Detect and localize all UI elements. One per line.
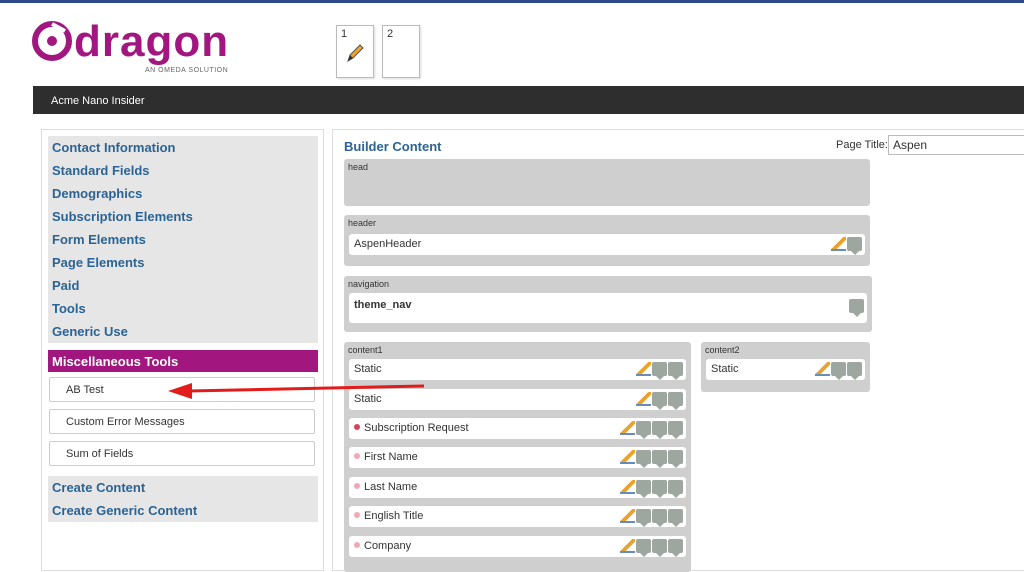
block-name: Company	[364, 540, 412, 552]
create-content-link[interactable]: Create Content	[48, 476, 318, 499]
edit-icon[interactable]	[620, 509, 635, 523]
copy-icon[interactable]	[668, 362, 683, 380]
remove-icon[interactable]	[652, 362, 667, 380]
required-dot-icon	[354, 424, 360, 431]
page-tab-number: 2	[387, 28, 394, 40]
create-generic-content-link[interactable]: Create Generic Content	[48, 499, 318, 522]
ab-test-button[interactable]: AB Test	[49, 377, 315, 402]
copy-icon[interactable]	[652, 509, 667, 527]
element-categories: Contact Information Standard Fields Demo…	[48, 136, 318, 343]
edit-icon[interactable]	[636, 392, 651, 406]
remove-icon[interactable]	[847, 237, 862, 255]
edit-icon[interactable]	[815, 362, 830, 376]
remove-icon[interactable]	[636, 450, 651, 468]
tools-sidebar: Contact Information Standard Fields Demo…	[41, 129, 324, 571]
copy-icon[interactable]	[847, 362, 862, 380]
content-block[interactable]: Static	[706, 359, 865, 380]
region-label: content1	[348, 345, 383, 355]
page-title-input[interactable]	[888, 135, 1024, 155]
settings-icon[interactable]	[668, 421, 683, 439]
edit-icon[interactable]	[620, 539, 635, 553]
sidebar-item-demographics[interactable]: Demographics	[48, 182, 318, 205]
optional-dot-icon	[354, 542, 360, 549]
content-block[interactable]: Company	[349, 536, 686, 557]
edit-icon[interactable]	[620, 450, 635, 464]
remove-icon[interactable]	[849, 299, 864, 317]
sidebar-item-page-elements[interactable]: Page Elements	[48, 251, 318, 274]
logo-tagline: AN OMEDA SOLUTION	[145, 67, 229, 74]
page-tab-number: 1	[341, 28, 348, 40]
pencil-icon	[347, 44, 364, 63]
block-name: Subscription Request	[364, 422, 469, 434]
region-header[interactable]: header AspenHeader	[344, 215, 870, 266]
content-block[interactable]: Static	[349, 359, 686, 380]
remove-icon[interactable]	[636, 509, 651, 527]
optional-dot-icon	[354, 453, 360, 460]
remove-icon[interactable]	[636, 539, 651, 557]
edit-icon[interactable]	[620, 480, 635, 494]
settings-icon[interactable]	[668, 450, 683, 468]
copy-icon[interactable]	[652, 421, 667, 439]
block-name: Static	[354, 393, 382, 405]
region-label: header	[348, 218, 377, 228]
region-head[interactable]: head	[344, 159, 870, 206]
sum-of-fields-button[interactable]: Sum of Fields	[49, 441, 315, 466]
dragon-logo-mark	[32, 21, 72, 61]
logo-wordmark: dragon	[74, 17, 230, 66]
block-name: Static	[711, 363, 739, 375]
region-label: content2	[705, 345, 740, 355]
content-block[interactable]: Last Name	[349, 477, 686, 498]
sidebar-item-tools[interactable]: Tools	[48, 297, 318, 320]
block-name: Last Name	[364, 481, 418, 493]
settings-icon[interactable]	[668, 539, 683, 557]
content-block[interactable]: Static	[349, 389, 686, 410]
region-content1[interactable]: content1 Static Static Subscription Requ…	[344, 342, 691, 572]
page-title-label: Page Title:	[836, 139, 888, 151]
optional-dot-icon	[354, 512, 360, 519]
remove-icon[interactable]	[636, 421, 651, 439]
region-label: navigation	[348, 279, 390, 289]
remove-icon[interactable]	[636, 480, 651, 498]
block-name: Static	[354, 363, 382, 375]
edit-icon[interactable]	[831, 237, 846, 251]
dragon-logo: dragon AN OMEDA SOLUTION	[32, 18, 252, 78]
sidebar-item-generic-use[interactable]: Generic Use	[48, 320, 318, 343]
sidebar-item-contact-information[interactable]: Contact Information	[48, 136, 318, 159]
page-tab-1[interactable]: 1	[336, 25, 374, 78]
block-name: AspenHeader	[354, 238, 422, 250]
block-name: English Title	[364, 510, 424, 522]
sidebar-item-paid[interactable]: Paid	[48, 274, 318, 297]
copy-icon[interactable]	[652, 480, 667, 498]
content-block[interactable]: English Title	[349, 506, 686, 527]
copy-icon[interactable]	[652, 450, 667, 468]
custom-error-messages-button[interactable]: Custom Error Messages	[49, 409, 315, 434]
top-accent-line	[0, 0, 1024, 3]
region-navigation[interactable]: navigation theme_nav	[344, 276, 872, 332]
copy-icon[interactable]	[668, 392, 683, 410]
region-content2[interactable]: content2 Static	[701, 342, 870, 392]
edit-icon[interactable]	[620, 421, 635, 435]
sidebar-item-subscription-elements[interactable]: Subscription Elements	[48, 205, 318, 228]
content-block[interactable]: AspenHeader	[349, 234, 865, 255]
content-block[interactable]: theme_nav	[349, 293, 867, 323]
edit-icon[interactable]	[636, 362, 651, 376]
settings-icon[interactable]	[668, 480, 683, 498]
sidebar-item-form-elements[interactable]: Form Elements	[48, 228, 318, 251]
publication-title-bar: Acme Nano Insider	[33, 86, 1024, 114]
remove-icon[interactable]	[652, 392, 667, 410]
remove-icon[interactable]	[831, 362, 846, 380]
page-tab-2[interactable]: 2	[382, 25, 420, 78]
region-label: head	[348, 162, 369, 172]
block-name: First Name	[364, 451, 418, 463]
block-name: theme_nav	[354, 299, 412, 311]
miscellaneous-tools-header[interactable]: Miscellaneous Tools	[48, 350, 318, 372]
settings-icon[interactable]	[668, 509, 683, 527]
create-content-group: Create Content Create Generic Content	[48, 476, 318, 522]
content-block[interactable]: First Name	[349, 447, 686, 468]
copy-icon[interactable]	[652, 539, 667, 557]
builder-content-title: Builder Content	[344, 139, 442, 154]
content-block[interactable]: Subscription Request	[349, 418, 686, 439]
optional-dot-icon	[354, 483, 360, 490]
sidebar-item-standard-fields[interactable]: Standard Fields	[48, 159, 318, 182]
